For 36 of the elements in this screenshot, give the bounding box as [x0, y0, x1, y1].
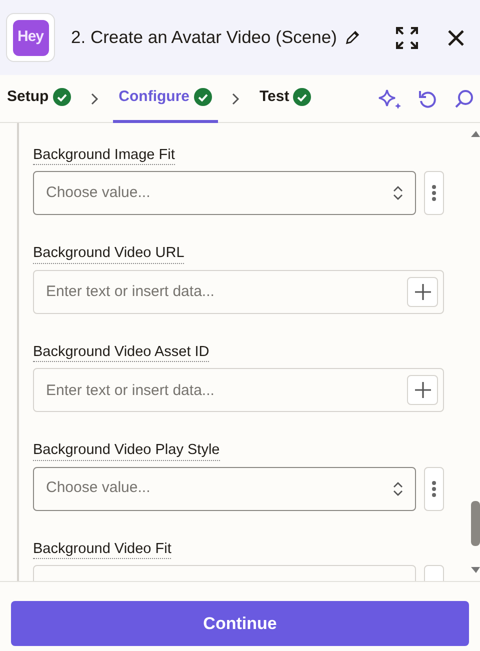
field-label: Background Video Fit: [33, 540, 172, 559]
more-options-button[interactable]: [424, 466, 444, 511]
text-field[interactable]: Enter text or insert data...: [33, 270, 444, 314]
step-tab[interactable]: Test: [254, 74, 318, 122]
continue-button[interactable]: Continue: [11, 601, 469, 646]
plus-icon: [414, 382, 430, 398]
window-title: 2. Create an Avatar Video (Scene): [71, 26, 337, 50]
chevron-icon: [232, 92, 240, 104]
pencil-icon[interactable]: [344, 30, 360, 45]
more-options-button[interactable]: [424, 171, 444, 216]
sort-arrows-icon: [393, 185, 403, 202]
check-circle-icon: [52, 88, 71, 106]
select-field[interactable]: Choose value...: [33, 466, 416, 511]
check-circle-icon: [194, 88, 212, 106]
dots-icon: [432, 480, 436, 497]
insert-data-button[interactable]: [407, 276, 438, 307]
chevron-icon: [90, 92, 99, 104]
insert-data-button[interactable]: [407, 375, 438, 406]
check-circle-icon: [293, 88, 312, 106]
step-tab[interactable]: Configure: [112, 74, 218, 122]
field-label: Background Video URL: [33, 245, 184, 264]
field-label: Background Video Play Style: [33, 442, 220, 461]
close-icon[interactable]: [448, 30, 464, 46]
sort-arrows-icon: [393, 480, 403, 497]
text-field[interactable]: Enter text or insert data...: [33, 368, 444, 412]
app-logo: Hey: [6, 13, 55, 62]
sparkle-icon[interactable]: [378, 88, 402, 110]
expand-icon[interactable]: [396, 26, 418, 48]
search-icon[interactable]: [454, 88, 474, 108]
undo-icon[interactable]: [418, 88, 438, 108]
field-label: Background Video Asset ID: [33, 344, 210, 362]
step-tab[interactable]: Setup: [6, 74, 77, 122]
field-label: Background Image Fit: [33, 147, 175, 166]
dots-icon: [432, 185, 436, 202]
select-field[interactable]: Choose value...: [33, 171, 416, 216]
plus-icon: [414, 284, 430, 300]
